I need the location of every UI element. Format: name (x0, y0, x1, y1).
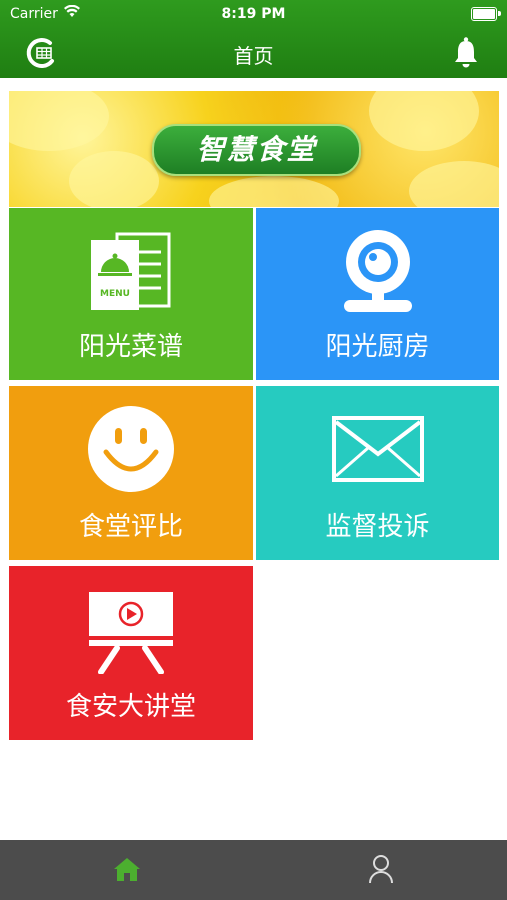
sunflower-petal (9, 91, 109, 151)
menu-icon-text: MENU (100, 289, 130, 299)
camera-icon (336, 226, 420, 320)
sunflower-petal (369, 91, 479, 151)
smiley-icon (86, 404, 176, 498)
clock: 8:19 PM (221, 6, 286, 22)
home-icon (113, 856, 141, 886)
tile-label: 监督投诉 (325, 512, 430, 542)
user-icon (368, 854, 394, 888)
tile-food-safety-lecture[interactable]: 食安大讲堂 (9, 566, 253, 740)
tab-home[interactable] (0, 840, 253, 900)
nav-bar: 首页 (0, 28, 507, 78)
status-bar: Carrier 8:19 PM (0, 0, 507, 28)
tile-supervision-complaint[interactable]: 监督投诉 (256, 386, 499, 560)
menu-icon: MENU (89, 230, 175, 318)
sunflower-petal (409, 161, 499, 207)
banner-logo: 智慧食堂 (152, 124, 361, 176)
sunflower-petal (209, 176, 339, 207)
tile-label: 食安大讲堂 (65, 692, 196, 722)
video-board-icon (87, 590, 175, 678)
tile-sunshine-menu[interactable]: MENU 阳光菜谱 (9, 208, 253, 380)
tile-label: 阳光菜谱 (78, 332, 183, 362)
tile-sunshine-kitchen[interactable]: 阳光厨房 (256, 208, 499, 380)
tab-profile[interactable] (254, 840, 507, 900)
banner: 智慧食堂 (9, 91, 499, 207)
envelope-icon (331, 416, 424, 486)
banner-logo-text: 智慧食堂 (196, 133, 317, 166)
top-bar: Carrier 8:19 PM 首页 (0, 0, 507, 78)
tile-label: 阳光厨房 (325, 332, 430, 362)
sunflower-petal (69, 151, 159, 207)
page-title: 首页 (233, 44, 274, 68)
bell-icon[interactable] (453, 36, 479, 72)
tile-label: 食堂评比 (78, 512, 183, 542)
tile-canteen-rating[interactable]: 食堂评比 (9, 386, 253, 560)
battery-icon (471, 7, 501, 21)
tab-bar (0, 840, 507, 900)
